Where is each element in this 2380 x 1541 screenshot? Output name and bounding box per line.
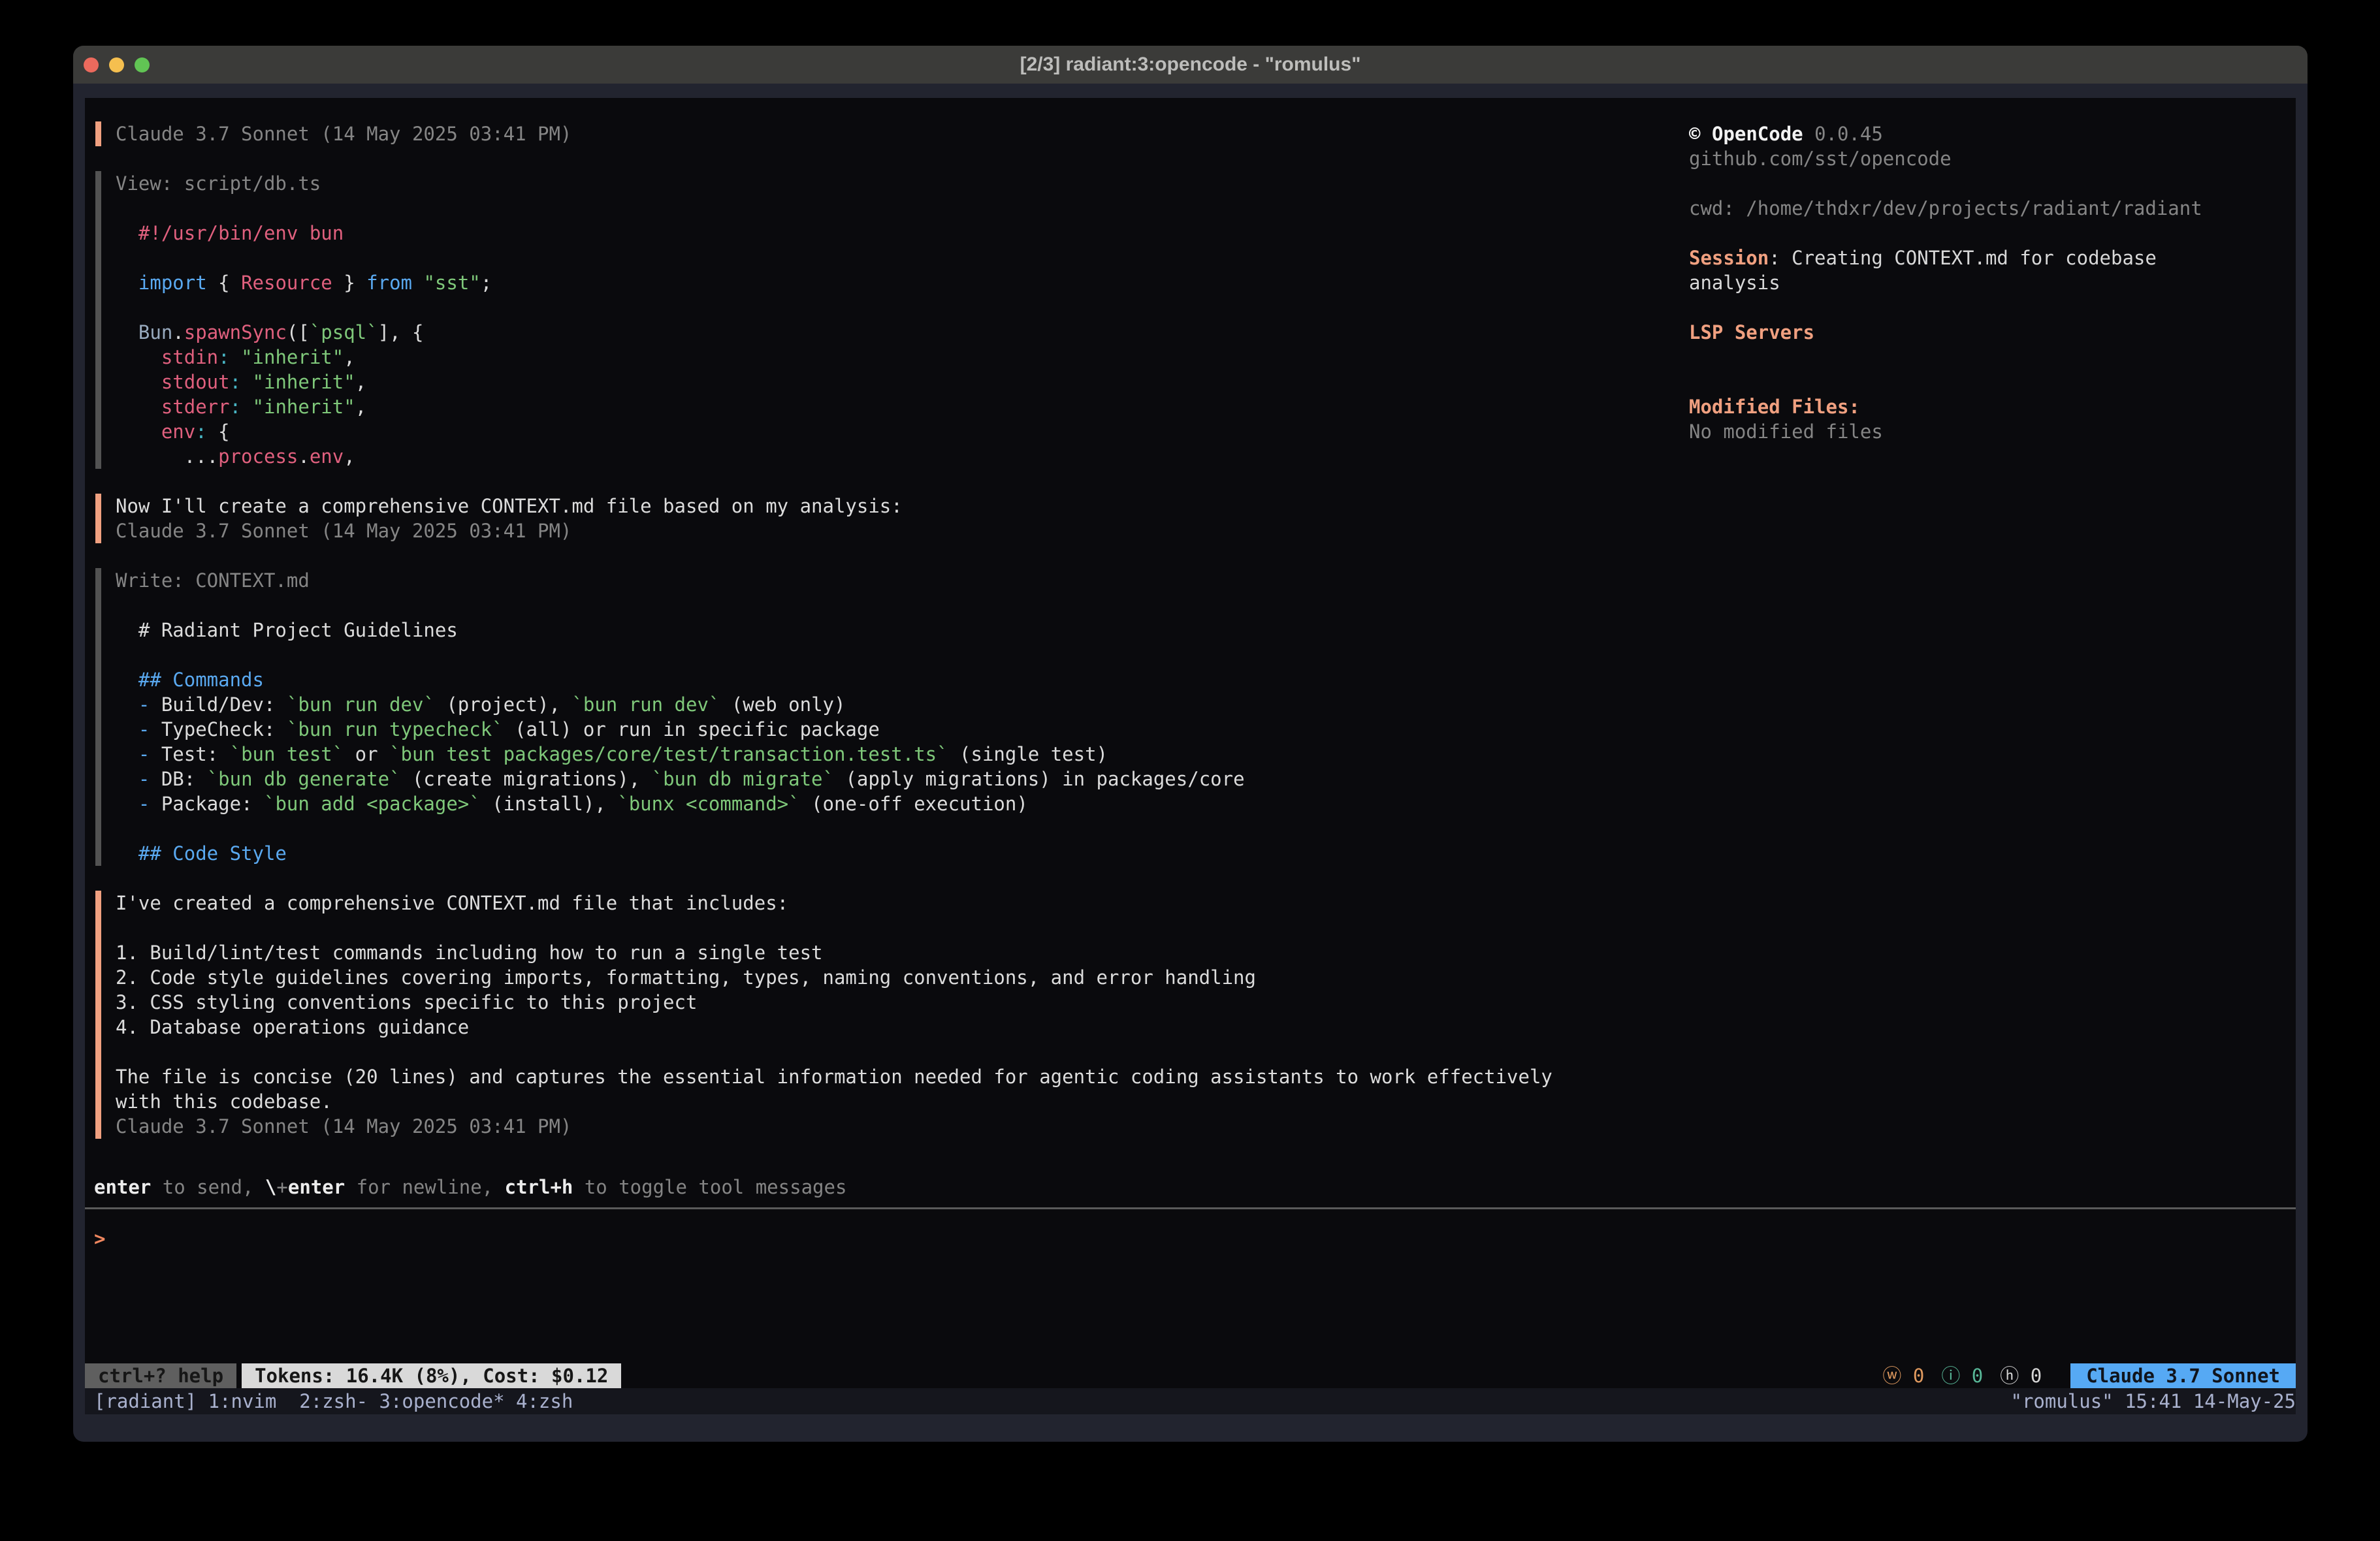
terminal-line: with this codebase. [116, 1089, 1689, 1114]
terminal-line: The file is concise (20 lines) and captu… [116, 1064, 1689, 1089]
terminal-line [116, 246, 1689, 270]
terminal-line: stdout: "inherit", [116, 370, 1689, 394]
terminal-line: ## Commands [116, 667, 1689, 692]
terminal-line: 2. Code style guidelines covering import… [116, 965, 1689, 990]
titlebar: [2/3] radiant:3:opencode - "romulus" [73, 46, 2308, 84]
terminal-line [116, 643, 1689, 667]
terminal-line: Claude 3.7 Sonnet (14 May 2025 03:41 PM) [116, 1114, 1689, 1139]
tokens-cost-chip: Tokens: 16.4K (8%), Cost: $0.12 [242, 1363, 621, 1388]
tmux-window-list[interactable]: [radiant] 1:nvim 2:zsh- 3:opencode* 4:zs… [94, 1390, 573, 1412]
terminal-line: Write: CONTEXT.md [116, 568, 1689, 593]
traffic-lights [84, 46, 150, 84]
session-label: Session [1689, 247, 1769, 269]
assistant-message-block: Now I'll create a comprehensive CONTEXT.… [95, 494, 1689, 543]
modified-files-empty: No modified files [1689, 419, 2296, 444]
help-shortcut-chip[interactable]: ctrl+? help [85, 1363, 236, 1388]
tmux-session-clock: "romulus" 15:41 14-May-25 [2011, 1390, 2296, 1412]
modified-files-heading: Modified Files: [1689, 394, 2296, 419]
terminal-line: 3. CSS styling conventions specific to t… [116, 990, 1689, 1015]
cwd-path: cwd: /home/thdxr/dev/projects/radiant/ra… [1689, 196, 2296, 221]
app-title: © OpenCode 0.0.45 [1689, 121, 2296, 146]
terminal-line: env: { [116, 419, 1689, 444]
lsp-diagnostics: ⓦ 0 ⓘ 0 ⓗ 0 [1882, 1363, 2042, 1388]
terminal-line: ...process.env, [116, 444, 1689, 469]
terminal-content: Claude 3.7 Sonnet (14 May 2025 03:41 PM)… [85, 98, 2296, 1414]
terminal-line: 4. Database operations guidance [116, 1015, 1689, 1040]
terminal-line [116, 196, 1689, 221]
maximize-button[interactable] [135, 57, 150, 72]
terminal-line: Claude 3.7 Sonnet (14 May 2025 03:41 PM) [116, 518, 1689, 543]
tool-view-block: View: script/db.ts #!/usr/bin/env bun im… [95, 171, 1689, 469]
terminal-line: Bun.spawnSync([`psql`], { [116, 320, 1689, 345]
terminal-line: 1. Build/lint/test commands including ho… [116, 940, 1689, 965]
assistant-header-block: Claude 3.7 Sonnet (14 May 2025 03:41 PM) [95, 121, 1689, 146]
assistant-summary-block: I've created a comprehensive CONTEXT.md … [95, 891, 1689, 1139]
terminal-line [116, 915, 1689, 940]
info-count-icon: ⓘ [1941, 1365, 1960, 1387]
terminal-line: Now I'll create a comprehensive CONTEXT.… [116, 494, 1689, 518]
terminal-line: View: script/db.ts [116, 171, 1689, 196]
close-button[interactable] [84, 57, 99, 72]
terminal-line [116, 295, 1689, 320]
opencode-logo-mark: © [1689, 123, 1700, 145]
terminal-line: #!/usr/bin/env bun [116, 221, 1689, 246]
info-count: ⓘ 0 [1941, 1363, 1983, 1388]
composer-hint: enter to send, \+enter for newline, ctrl… [85, 1175, 2296, 1199]
prompt-caret: > [94, 1228, 105, 1250]
app-version: 0.0.45 [1814, 123, 1883, 145]
terminal-line: stdin: "inherit", [116, 345, 1689, 370]
window-title: [2/3] radiant:3:opencode - "romulus" [73, 54, 2308, 76]
terminal-line [116, 816, 1689, 841]
hint-count-icon: ⓗ [2000, 1365, 2019, 1387]
warning-count: ⓦ 0 [1882, 1363, 1924, 1388]
lsp-servers-heading: LSP Servers [1689, 320, 2296, 345]
session-title: Session: Creating CONTEXT.md for codebas… [1689, 246, 2225, 295]
app-name: OpenCode [1712, 123, 1803, 145]
terminal-line [116, 1040, 1689, 1064]
status-bar: ctrl+? help Tokens: 16.4K (8%), Cost: $0… [85, 1363, 2296, 1388]
terminal-line: - Package: `bun add <package>` (install)… [116, 791, 1689, 816]
model-badge[interactable]: Claude 3.7 Sonnet [2070, 1363, 2296, 1388]
terminal-window: [2/3] radiant:3:opencode - "romulus" Cla… [73, 46, 2308, 1442]
chat-log[interactable]: Claude 3.7 Sonnet (14 May 2025 03:41 PM)… [95, 121, 1689, 1175]
terminal-line [116, 593, 1689, 618]
composer-input[interactable]: > [85, 1209, 2296, 1363]
terminal-line: I've created a comprehensive CONTEXT.md … [116, 891, 1689, 915]
terminal-line: stderr: "inherit", [116, 394, 1689, 419]
repo-link[interactable]: github.com/sst/opencode [1689, 146, 2296, 171]
terminal-line: - DB: `bun db generate` (create migratio… [116, 767, 1689, 791]
terminal-line: - Test: `bun test` or `bun test packages… [116, 742, 1689, 767]
terminal-line: ## Code Style [116, 841, 1689, 866]
tmux-status-bar: [radiant] 1:nvim 2:zsh- 3:opencode* 4:zs… [85, 1388, 2296, 1414]
terminal-line: import { Resource } from "sst"; [116, 270, 1689, 295]
minimize-button[interactable] [109, 57, 124, 72]
terminal-line: Claude 3.7 Sonnet (14 May 2025 03:41 PM) [116, 121, 1689, 146]
warning-count-icon: ⓦ [1882, 1365, 1901, 1387]
sidebar: © OpenCode 0.0.45 github.com/sst/opencod… [1689, 121, 2296, 1175]
tool-write-block: Write: CONTEXT.md # Radiant Project Guid… [95, 568, 1689, 866]
opencode-main: Claude 3.7 Sonnet (14 May 2025 03:41 PM)… [85, 98, 2296, 1175]
terminal-line: - Build/Dev: `bun run dev` (project), `b… [116, 692, 1689, 717]
terminal-line: - TypeCheck: `bun run typecheck` (all) o… [116, 717, 1689, 742]
hint-count: ⓗ 0 [2000, 1363, 2042, 1388]
terminal-line: # Radiant Project Guidelines [116, 618, 1689, 643]
